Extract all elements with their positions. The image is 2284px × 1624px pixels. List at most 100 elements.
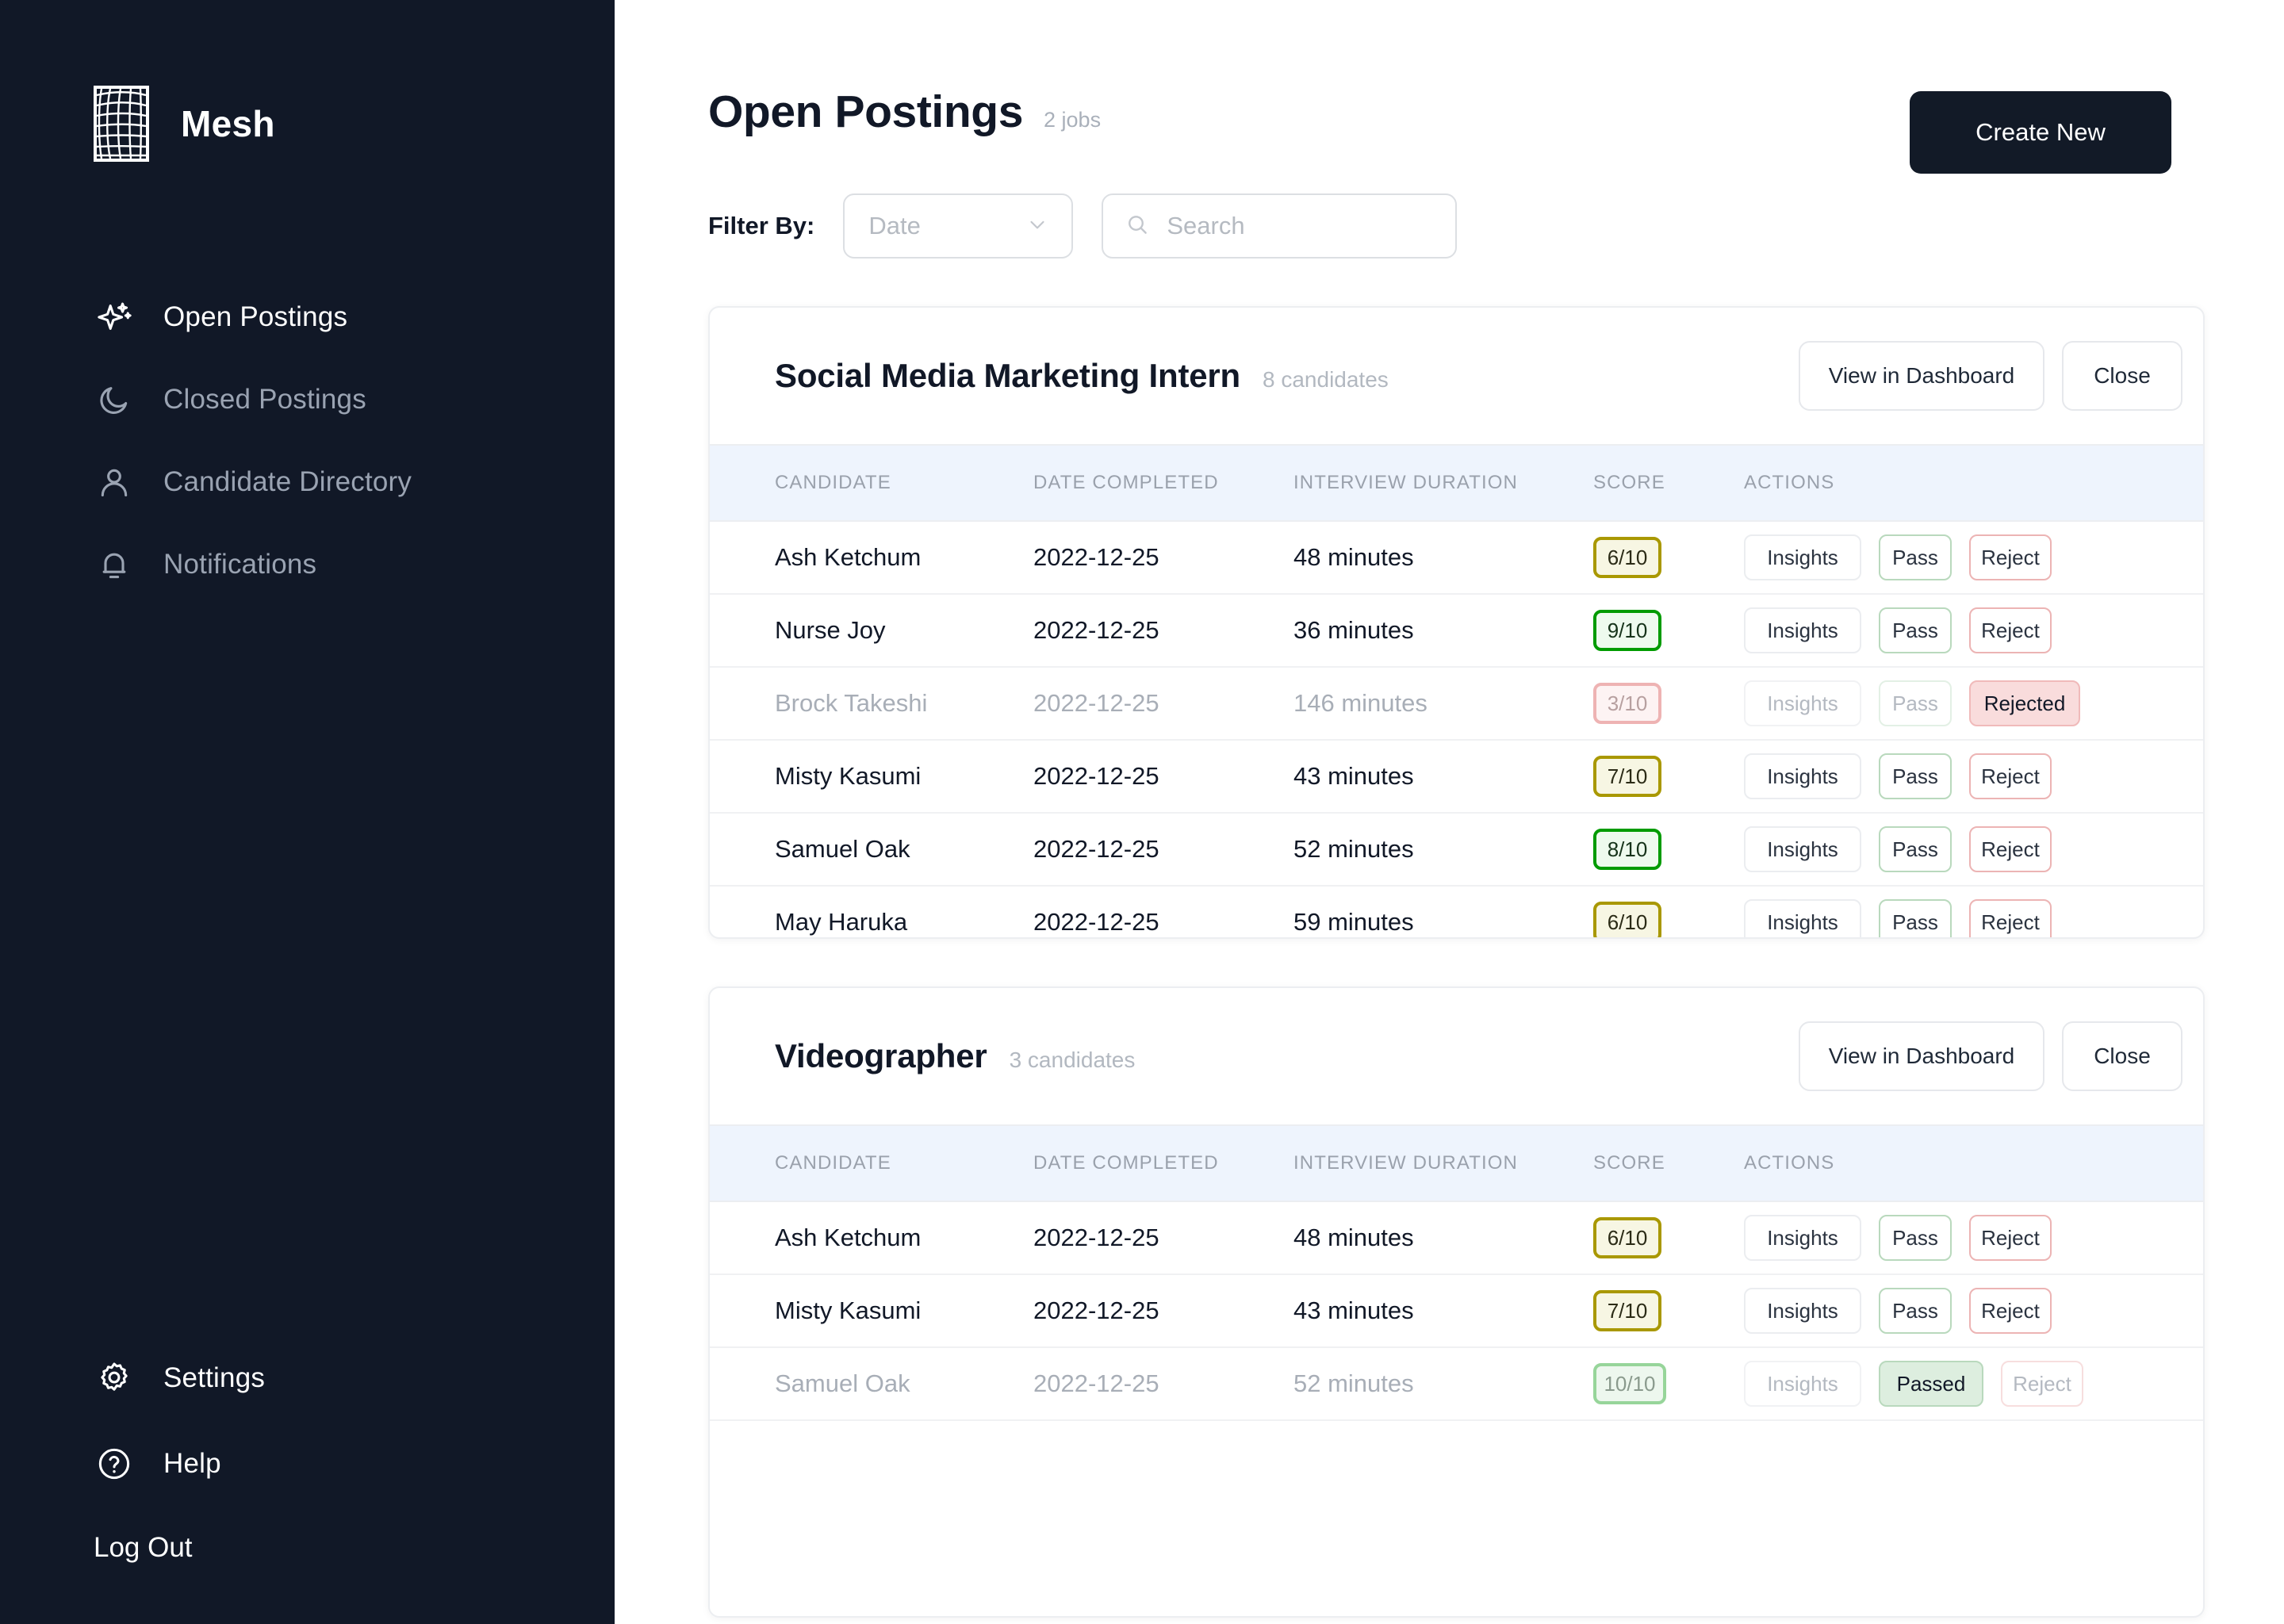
sidebar-item-notifications[interactable]: Notifications [0,523,615,606]
sidebar-item-label: Open Postings [163,301,348,332]
cell-duration: 146 minutes [1293,689,1428,717]
cell-candidate: Ash Ketchum [775,543,922,571]
cell-duration: 52 minutes [1293,835,1414,863]
column-header-candidate: CANDIDATE [775,472,891,493]
sidebar-item-label: Settings [163,1362,266,1393]
job-title: Social Media Marketing Intern [775,357,1240,394]
cell-duration: 43 minutes [1293,1297,1414,1324]
cell-duration: 52 minutes [1293,1369,1414,1397]
job-card: Videographer 3 candidates View in Dashbo… [708,986,2205,1618]
pass-button: Pass [1879,680,1952,726]
score-badge: 10/10 [1593,1363,1666,1404]
title-row: Open Postings 2 jobs [708,86,1101,138]
sidebar-item-closed-postings[interactable]: Closed Postings [0,358,615,441]
insights-button[interactable]: Insights [1744,899,1861,937]
app-root: Mesh Open Postings Closed Postings Candi… [0,0,2284,1624]
table-row: Samuel Oak 2022-12-25 52 minutes 8/10 In… [710,814,2203,887]
cell-date: 2022-12-25 [1033,616,1159,644]
table-row: Misty Kasumi 2022-12-25 43 minutes 7/10 … [710,1275,2203,1348]
close-job-button[interactable]: Close [2062,341,2182,411]
moon-icon [94,379,135,420]
insights-button[interactable]: Insights [1744,607,1861,653]
pass-button[interactable]: Pass [1879,753,1952,799]
rejected-status-button: Rejected [1969,680,2080,726]
insights-button[interactable]: Insights [1744,1288,1861,1334]
row-actions: Insights Pass Reject [1744,753,2203,799]
reject-button[interactable]: Reject [1969,534,2052,580]
insights-button[interactable]: Insights [1744,1215,1861,1261]
view-in-dashboard-button[interactable]: View in Dashboard [1799,1021,2044,1091]
reject-button[interactable]: Reject [1969,1215,2052,1261]
date-filter-select[interactable]: Date [843,193,1074,259]
pass-button[interactable]: Pass [1879,534,1952,580]
job-title: Videographer [775,1037,987,1074]
cell-duration: 36 minutes [1293,616,1414,644]
job-card-actions: View in Dashboard Close [1799,341,2182,411]
sidebar-item-open-postings[interactable]: Open Postings [0,276,615,358]
insights-button: Insights [1744,680,1861,726]
job-card-actions: View in Dashboard Close [1799,1021,2182,1091]
gear-icon [94,1358,135,1399]
score-badge: 7/10 [1593,1290,1661,1331]
sidebar-item-settings[interactable]: Settings [0,1335,615,1421]
pass-button[interactable]: Pass [1879,1215,1952,1261]
candidate-count: 3 candidates [1009,1048,1136,1072]
question-circle-icon [94,1443,135,1484]
reject-button[interactable]: Reject [1969,899,2052,937]
reject-button: Reject [2001,1361,2083,1407]
page-header: Open Postings 2 jobs Create New [615,0,2284,174]
column-header-date-completed: DATE COMPLETED [1033,472,1219,493]
logout-button[interactable]: Log Out [0,1524,615,1572]
pass-button[interactable]: Pass [1879,899,1952,937]
pass-button[interactable]: Pass [1879,826,1952,872]
score-badge: 6/10 [1593,902,1661,937]
column-header-interview-duration: INTERVIEW DURATION [1293,472,1518,493]
insights-button[interactable]: Insights [1744,534,1861,580]
sidebar-item-candidate-directory[interactable]: Candidate Directory [0,441,615,523]
reject-button[interactable]: Reject [1969,607,2052,653]
cell-duration: 48 minutes [1293,543,1414,571]
cell-date: 2022-12-25 [1033,762,1159,790]
job-cards: Social Media Marketing Intern 8 candidat… [615,259,2284,1618]
cell-date: 2022-12-25 [1033,1224,1159,1251]
view-in-dashboard-button[interactable]: View in Dashboard [1799,341,2044,411]
column-header-score: SCORE [1593,472,1665,493]
row-actions: Insights Pass Reject [1744,1288,2203,1334]
close-job-button[interactable]: Close [2062,1021,2182,1091]
reject-button[interactable]: Reject [1969,826,2052,872]
insights-button[interactable]: Insights [1744,826,1861,872]
create-new-button[interactable]: Create New [1910,91,2171,174]
pass-button[interactable]: Pass [1879,607,1952,653]
search-input[interactable]: Search [1102,193,1458,259]
page-title: Open Postings [708,86,1024,137]
primary-nav: Open Postings Closed Postings Candidate … [0,276,615,606]
job-title-wrap: Videographer 3 candidates [775,1037,1135,1075]
cell-candidate: Samuel Oak [775,835,910,863]
column-header-candidate: CANDIDATE [775,1152,891,1174]
job-card-header: Videographer 3 candidates View in Dashbo… [710,988,2203,1124]
sidebar-item-help[interactable]: Help [0,1421,615,1507]
table-row: Brock Takeshi 2022-12-25 146 minutes 3/1… [710,668,2203,741]
bell-icon [94,544,135,585]
mesh-grid-icon [94,86,149,162]
row-actions: Insights Pass Reject [1744,1215,2203,1261]
pass-button[interactable]: Pass [1879,1288,1952,1334]
insights-button[interactable]: Insights [1744,753,1861,799]
cell-candidate: May Haruka [775,908,908,936]
table-row: Ash Ketchum 2022-12-25 48 minutes 6/10 I… [710,1202,2203,1275]
column-header-interview-duration: INTERVIEW DURATION [1293,1152,1518,1174]
reject-button[interactable]: Reject [1969,1288,2052,1334]
sidebar-item-label: Candidate Directory [163,466,412,497]
passed-status-button: Passed [1879,1361,1983,1407]
row-actions: Insights Passed Reject [1744,1361,2203,1407]
user-icon [94,462,135,503]
search-placeholder: Search [1167,212,1245,239]
row-actions: Insights Pass Rejected [1744,680,2203,726]
score-badge: 7/10 [1593,756,1661,797]
filter-by-label: Filter By: [708,212,815,239]
cell-candidate: Brock Takeshi [775,689,928,717]
reject-button[interactable]: Reject [1969,753,2052,799]
job-card-header: Social Media Marketing Intern 8 candidat… [710,308,2203,444]
cell-duration: 43 minutes [1293,762,1414,790]
job-title-wrap: Social Media Marketing Intern 8 candidat… [775,357,1389,395]
